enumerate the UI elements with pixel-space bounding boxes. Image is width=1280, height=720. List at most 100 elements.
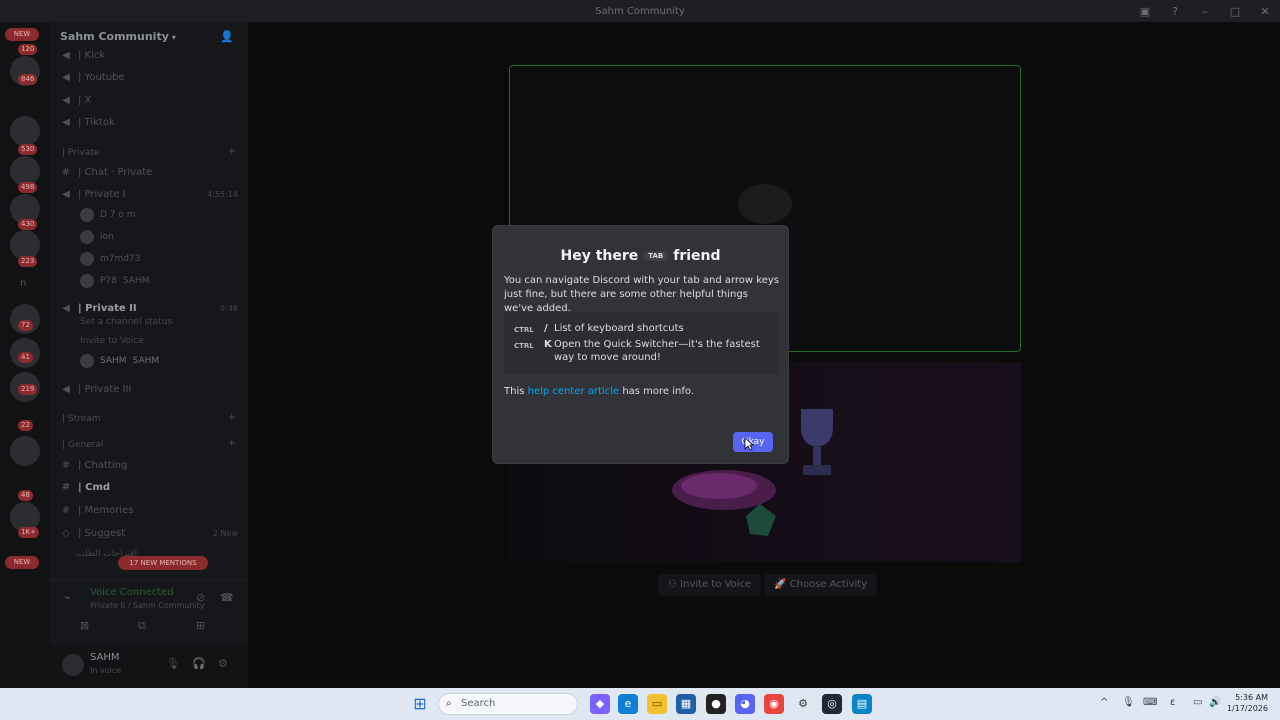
screen-share-icon[interactable]: ⧉ bbox=[138, 619, 146, 633]
speaker-icon: ◀ bbox=[62, 302, 70, 314]
add-user-icon[interactable]: 👤 bbox=[220, 30, 234, 43]
clock-date: 1/17/2026 bbox=[1226, 704, 1268, 713]
inbox-icon[interactable]: ▣ bbox=[1130, 5, 1160, 18]
category-general[interactable]: | General bbox=[62, 440, 103, 450]
display-icon[interactable]: ▭ bbox=[1193, 697, 1202, 708]
server-icon[interactable] bbox=[10, 436, 40, 466]
taskbar-search[interactable]: ⌕ Search bbox=[438, 693, 578, 715]
choose-activity-label: Choose Activity bbox=[789, 579, 868, 590]
channel-suggest[interactable]: ◇ | Suggest bbox=[60, 524, 125, 542]
new-posts-badge: 2 New bbox=[212, 529, 238, 538]
voice-user-name: SAHM bbox=[100, 356, 127, 366]
shortcut-row: CTRL K Open the Quick Switcher—it's the … bbox=[514, 338, 764, 364]
channel-private-ii[interactable]: ◀ | Private II bbox=[60, 299, 136, 317]
file-explorer-icon[interactable]: ▭ bbox=[647, 694, 667, 714]
new-badge-top[interactable]: NEW bbox=[5, 28, 39, 41]
channel-memories[interactable]: # | Memories bbox=[60, 501, 134, 519]
windows-start-icon[interactable]: ⊞ bbox=[410, 694, 430, 714]
settings-gear-icon[interactable]: ⚙ bbox=[218, 657, 228, 670]
user-avatar[interactable] bbox=[62, 654, 84, 676]
invite-to-voice-button[interactable]: ⚇ Invite to Voice bbox=[658, 574, 762, 596]
channel-tiktok[interactable]: ◀ | Tiktok bbox=[60, 113, 115, 131]
minimize-button[interactable]: – bbox=[1190, 5, 1220, 18]
voice-user[interactable]: m7md73 bbox=[80, 252, 140, 266]
title-bar: Sahm Community ▣ ? – □ ✕ bbox=[0, 0, 1280, 22]
add-channel-icon[interactable]: + bbox=[228, 438, 236, 449]
voice-user[interactable]: P78 SAHM bbox=[80, 274, 149, 288]
language-icon[interactable]: ε bbox=[1170, 697, 1175, 708]
settings-icon[interactable]: ⚙ bbox=[793, 694, 813, 714]
maximize-button[interactable]: □ bbox=[1220, 5, 1250, 18]
add-channel-icon[interactable]: + bbox=[228, 412, 236, 423]
camera-off-icon[interactable]: ⊠ bbox=[80, 619, 89, 632]
new-mentions-pill[interactable]: 17 NEW MENTIONS bbox=[118, 556, 208, 570]
voice-user[interactable]: D 7 o m bbox=[80, 208, 136, 222]
channel-chatting[interactable]: # | Chatting bbox=[60, 456, 128, 474]
store-icon[interactable]: ▦ bbox=[676, 694, 696, 714]
server-letter[interactable]: n bbox=[20, 278, 26, 289]
shortcut-key: CTRL bbox=[514, 342, 534, 350]
modal-title-pre: Hey there bbox=[560, 248, 639, 264]
microphone-tray-icon[interactable]: 🎙 bbox=[1122, 697, 1135, 708]
voice-user[interactable]: SAHM SAHM bbox=[80, 354, 159, 368]
avatar bbox=[80, 208, 94, 222]
channel-private-iii[interactable]: ◀ | Private III bbox=[60, 380, 131, 398]
speaker-icon: ◀ bbox=[62, 383, 70, 395]
hash-icon: # bbox=[61, 481, 71, 493]
shortcut-description: List of keyboard shortcuts bbox=[554, 323, 684, 334]
app-icon[interactable]: ▤ bbox=[852, 694, 872, 714]
server-badge: 846 bbox=[18, 74, 38, 85]
help-center-link[interactable]: help center article bbox=[528, 386, 620, 397]
window-title: Sahm Community bbox=[595, 5, 685, 17]
edge-icon[interactable]: e bbox=[618, 694, 638, 714]
channel-private-i[interactable]: ◀ | Private I bbox=[60, 185, 126, 203]
server-icon[interactable] bbox=[10, 116, 40, 146]
channel-label: | Chat · Private bbox=[78, 166, 153, 178]
help-icon[interactable]: ? bbox=[1160, 5, 1190, 18]
app-icon[interactable]: ● bbox=[706, 694, 726, 714]
shortcut-key: CTRL bbox=[514, 326, 534, 334]
voice-user[interactable]: ion bbox=[80, 230, 114, 244]
signal-icon[interactable]: ⌁ bbox=[64, 591, 71, 604]
headphones-icon[interactable]: 🎧 bbox=[192, 657, 206, 670]
channel-label: | Private I bbox=[78, 188, 126, 200]
disconnect-icon[interactable]: ☎ bbox=[220, 591, 234, 604]
server-name-label: Sahm Community bbox=[60, 30, 169, 43]
microphone-icon[interactable]: 🎙 bbox=[166, 657, 180, 670]
channel-chat-private[interactable]: # | Chat · Private bbox=[60, 163, 153, 181]
server-badge: 120 bbox=[18, 44, 38, 55]
channel-x[interactable]: ◀ | X bbox=[60, 91, 91, 109]
server-badge: 223 bbox=[18, 256, 38, 267]
system-clock[interactable]: 5:36 AM 1/17/2026 bbox=[1227, 692, 1268, 714]
close-button[interactable]: ✕ bbox=[1250, 5, 1280, 18]
voice-location[interactable]: Private II / Sahm Community bbox=[90, 601, 205, 610]
user-name[interactable]: SAHM bbox=[90, 652, 120, 663]
voice-status[interactable]: Voice Connected bbox=[90, 587, 174, 598]
voice-user-name: ion bbox=[100, 232, 114, 242]
channel-label: | Youtube bbox=[78, 71, 125, 83]
add-channel-icon[interactable]: + bbox=[228, 146, 236, 157]
footer-pre: This bbox=[504, 386, 525, 397]
chrome-icon[interactable]: ◉ bbox=[764, 694, 784, 714]
set-channel-status[interactable]: Set a channel status bbox=[80, 317, 172, 327]
channel-cmd[interactable]: # | Cmd bbox=[60, 478, 110, 496]
steam-icon[interactable]: ◎ bbox=[822, 694, 842, 714]
chevron-up-icon[interactable]: ^ bbox=[1100, 697, 1108, 708]
noise-suppression-icon[interactable]: ⊘ bbox=[196, 591, 205, 604]
activities-icon[interactable]: ⊞ bbox=[196, 619, 205, 632]
channel-youtube[interactable]: ◀ | Youtube bbox=[60, 68, 125, 86]
server-badge: 1K+ bbox=[18, 527, 39, 538]
category-stream[interactable]: | Stream bbox=[62, 414, 100, 424]
invite-to-voice-link[interactable]: Invite to Voice bbox=[80, 336, 144, 346]
discord-icon[interactable]: ◕ bbox=[735, 694, 755, 714]
volume-icon[interactable]: 🔊 bbox=[1209, 697, 1221, 708]
modal-title: Hey there TAB friend bbox=[493, 248, 788, 264]
copilot-icon[interactable]: ◆ bbox=[590, 694, 610, 714]
server-name[interactable]: Sahm Community ▾ bbox=[60, 30, 176, 43]
category-private[interactable]: | Private bbox=[62, 148, 99, 158]
voice-user-name: m7md73 bbox=[100, 254, 141, 264]
channel-kick[interactable]: ◀ | Kick bbox=[60, 46, 105, 64]
new-badge-bottom[interactable]: NEW bbox=[5, 556, 39, 569]
choose-activity-button[interactable]: 🚀 Choose Activity bbox=[764, 574, 878, 596]
keyboard-icon[interactable]: ⌨ bbox=[1143, 697, 1157, 708]
